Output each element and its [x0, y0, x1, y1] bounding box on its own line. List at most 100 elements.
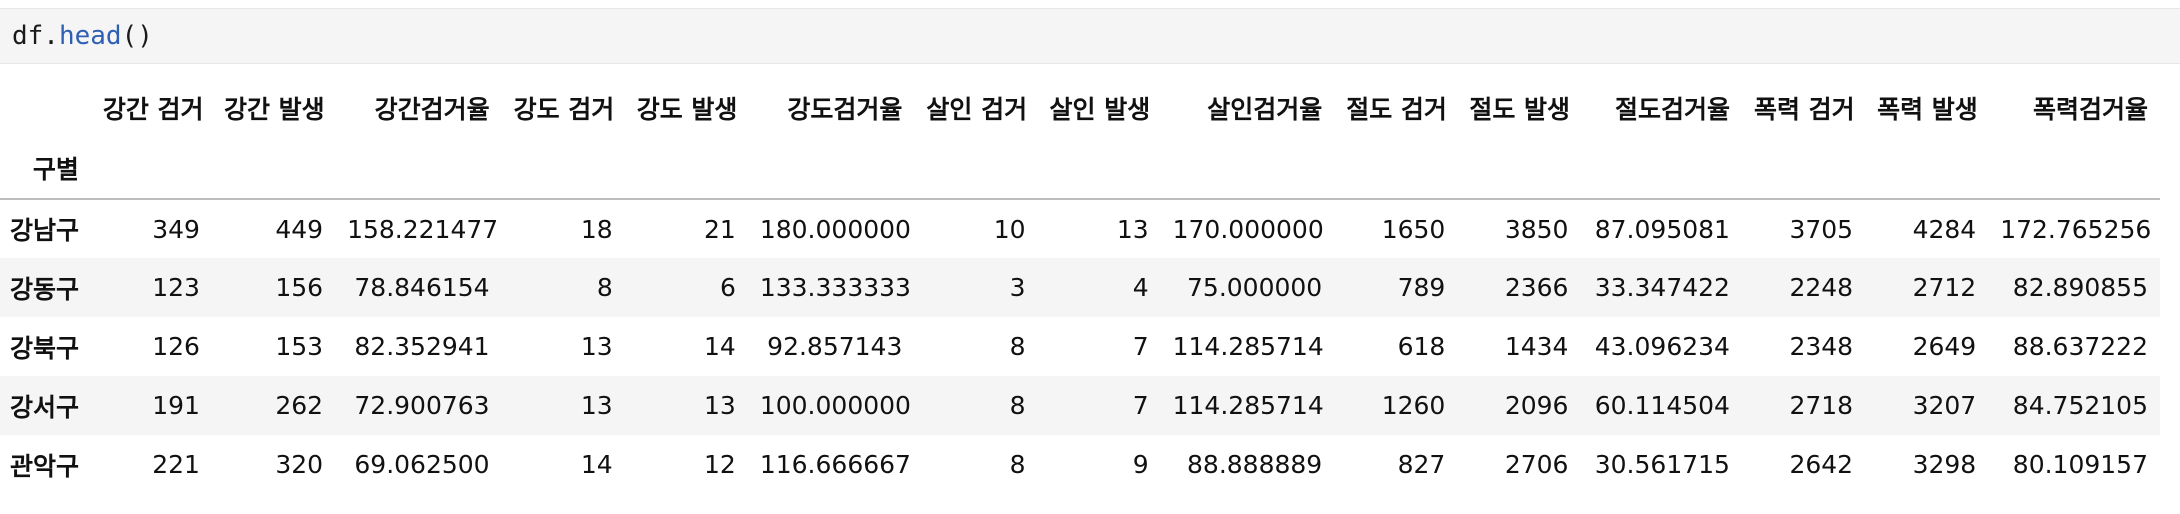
column-header: 절도 검거	[1346, 95, 1447, 124]
table-cell: 12	[704, 450, 736, 479]
table-cell: 18	[580, 214, 613, 244]
table-cell: 2718	[1789, 391, 1854, 420]
table-row: 강서구 191 262 72.900763 13 13 100.000000 8 7 114.28…	[0, 376, 2160, 435]
column-header: 살인검거율	[1207, 95, 1323, 124]
index-header-spacer	[502, 138, 625, 199]
table-cell: 123	[152, 273, 200, 302]
table-cell: 2096	[1504, 391, 1569, 420]
table-cell: 153	[275, 332, 324, 361]
table-cell: 191	[152, 391, 200, 420]
table-cell: 88.637222	[2012, 332, 2148, 361]
row-index: 관악구	[10, 451, 80, 481]
table-cell: 80.109157	[2012, 450, 2148, 479]
table-cell: 3705	[1789, 214, 1854, 244]
table-cell: 33.347422	[1594, 273, 1730, 302]
table-cell: 2649	[1912, 332, 1977, 361]
table-cell: 789	[1397, 273, 1446, 302]
table-cell: 14	[580, 450, 613, 479]
code-cell[interactable]: df.head()	[0, 8, 2180, 64]
table-cell: 13	[704, 391, 736, 420]
table-cell: 6	[719, 273, 736, 302]
table-cell: 78.846154	[354, 273, 490, 302]
table-cell: 3298	[1912, 450, 1977, 479]
table-cell: 82.890855	[2012, 273, 2148, 302]
table-cell: 7	[1132, 391, 1149, 420]
dataframe-table: 강간 검거 강간 발생 강간검거율 강도 검거 강도 발생 강도검거율 살인 검거 살인 발생…	[0, 78, 2160, 494]
index-header-spacer	[1988, 138, 2160, 199]
table-cell: 1434	[1504, 332, 1569, 361]
index-header-spacer	[748, 138, 915, 199]
table-body: 강남구 349 449 158.221477 18 21 180.000000 10 13 170…	[0, 199, 2160, 494]
table-cell: 21	[704, 214, 736, 244]
table-cell: 3	[1009, 273, 1026, 302]
column-header: 살인 검거	[926, 95, 1028, 124]
row-index: 강동구	[10, 274, 80, 304]
table-cell: 1650	[1381, 214, 1446, 244]
table-cell: 221	[152, 450, 200, 479]
column-header: 강간 검거	[102, 95, 204, 124]
table-row: 관악구 221 320 69.062500 14 12 116.666667 8 9 88.888…	[0, 435, 2160, 494]
column-header-row: 강간 검거 강간 발생 강간검거율 강도 검거 강도 발생 강도검거율 살인 검거 살인 발생…	[0, 78, 2160, 138]
table-cell: 4	[1132, 273, 1149, 302]
table-cell: 618	[1397, 332, 1446, 361]
table-cell: 133.333333	[759, 273, 911, 302]
column-header: 강간 발생	[223, 95, 325, 124]
table-cell: 43.096234	[1594, 332, 1730, 361]
index-header-spacer	[914, 138, 1037, 199]
table-row: 강동구 123 156 78.846154 8 6 133.333333 3 4 75.00000…	[0, 258, 2160, 317]
index-header-spacer	[1457, 138, 1580, 199]
table-cell: 9	[1132, 450, 1149, 479]
table-row: 강남구 349 449 158.221477 18 21 180.000000 10 13 170…	[0, 199, 2160, 258]
table-cell: 13	[580, 332, 613, 361]
index-header-spacer	[1865, 138, 1988, 199]
index-name: 구별	[32, 155, 79, 184]
table-cell: 7	[1132, 332, 1149, 361]
table-cell: 8	[1009, 332, 1026, 361]
table-cell: 92.857143	[767, 332, 903, 361]
table-row: 강북구 126 153 82.352941 13 14 92.857143 8 7 114.285…	[0, 317, 2160, 376]
table-cell: 170.000000	[1172, 214, 1324, 244]
index-header-spacer	[1038, 138, 1161, 199]
column-header: 절도검거율	[1614, 95, 1730, 124]
table-cell: 114.285714	[1172, 391, 1324, 420]
table-cell: 8	[1009, 391, 1026, 420]
code-object: df.	[12, 21, 59, 51]
table-cell: 13	[580, 391, 613, 420]
table-cell: 13	[1116, 214, 1149, 244]
column-header: 강도 검거	[513, 95, 615, 124]
table-cell: 2642	[1789, 450, 1854, 479]
table-cell: 2712	[1912, 273, 1977, 302]
table-cell: 4284	[1912, 214, 1977, 244]
corner-cell	[0, 78, 91, 138]
table-cell: 172.765256	[2000, 214, 2152, 244]
table-cell: 84.752105	[2012, 391, 2148, 420]
table-cell: 262	[275, 391, 324, 420]
table-cell: 14	[704, 332, 736, 361]
index-header-spacer	[1742, 138, 1865, 199]
table-cell: 10	[993, 214, 1026, 244]
index-header-spacer	[1161, 138, 1335, 199]
table-cell: 87.095081	[1594, 214, 1730, 244]
table-cell: 116.666667	[759, 450, 911, 479]
table-cell: 8	[596, 273, 613, 302]
table-cell: 72.900763	[354, 391, 490, 420]
column-header: 절도 발생	[1469, 95, 1571, 124]
column-header: 폭력검거율	[2032, 95, 2148, 124]
table-cell: 1260	[1381, 391, 1446, 420]
table-cell: 126	[152, 332, 200, 361]
column-header: 강도 발생	[636, 95, 738, 124]
table-cell: 88.888889	[1187, 450, 1323, 479]
table-cell: 8	[1009, 450, 1026, 479]
column-header: 살인 발생	[1049, 95, 1151, 124]
table-cell: 2248	[1789, 273, 1854, 302]
row-index: 강북구	[10, 333, 80, 363]
index-header-spacer	[91, 138, 212, 199]
table-cell: 82.352941	[354, 332, 490, 361]
index-header-spacer	[1580, 138, 1741, 199]
code-input[interactable]: df.head()	[12, 20, 153, 52]
table-cell: 827	[1397, 450, 1446, 479]
table-cell: 2706	[1504, 450, 1569, 479]
column-header: 강간검거율	[374, 95, 490, 124]
table-cell: 75.000000	[1187, 273, 1323, 302]
column-header: 폭력 발생	[1877, 95, 1978, 124]
